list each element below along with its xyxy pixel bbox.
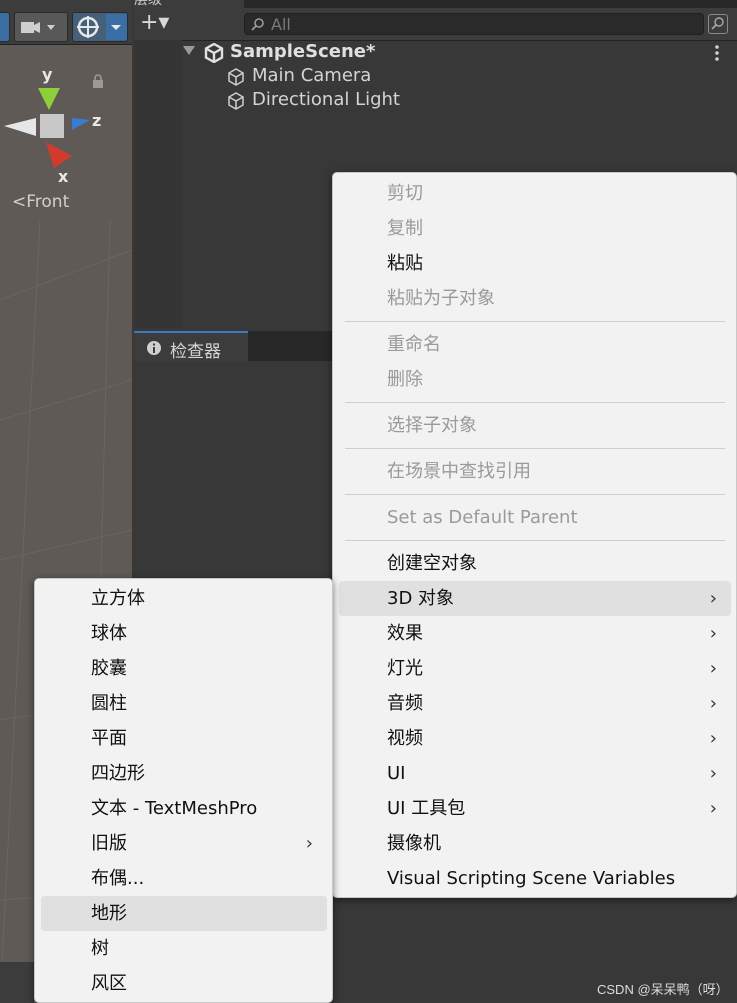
- submenu-item-cylinder[interactable]: 圆柱: [41, 686, 327, 721]
- gizmo-center[interactable]: [40, 114, 64, 138]
- submenu-item-sphere[interactable]: 球体: [41, 616, 327, 651]
- submenu-item-wind-zone[interactable]: 风区: [41, 966, 327, 1001]
- menu-item-3d-object[interactable]: 3D 对象 ›: [339, 581, 731, 616]
- menu-item-rename[interactable]: 重命名: [339, 327, 731, 362]
- watermark: CSDN @呆呆鸭（呀）: [597, 982, 729, 997]
- menu-item-paste[interactable]: 粘贴: [339, 246, 731, 281]
- tree-indent-column: [134, 40, 182, 328]
- menu-item-delete[interactable]: 删除: [339, 362, 731, 397]
- menu-separator: [345, 321, 725, 322]
- submenu-item-terrain[interactable]: 地形: [41, 896, 327, 931]
- z-axis-label: z: [92, 111, 101, 130]
- add-object-button[interactable]: +▾: [140, 12, 184, 36]
- menu-item-light[interactable]: 灯光 ›: [339, 651, 731, 686]
- scene-toolbar: [0, 0, 132, 45]
- submenu-item-text-meshpro[interactable]: 文本 - TextMeshPro: [41, 791, 327, 826]
- menu-item-ui-toolkit[interactable]: UI 工具包 ›: [339, 791, 731, 826]
- menu-item-label: 视频: [387, 728, 423, 749]
- scene-tool-button[interactable]: [0, 12, 10, 42]
- more-options-icon[interactable]: [714, 44, 720, 62]
- menu-item-ui[interactable]: UI ›: [339, 756, 731, 791]
- menu-separator: [345, 540, 725, 541]
- y-axis-cone[interactable]: [38, 88, 60, 110]
- menu-item-create-empty[interactable]: 创建空对象: [339, 546, 731, 581]
- menu-separator: [345, 448, 725, 449]
- context-menu: 剪切 复制 粘贴 粘贴为子对象 重命名 删除 选择子对象 在场景中查找引用 Se…: [332, 172, 737, 898]
- lock-icon[interactable]: [92, 74, 104, 88]
- submenu-item-ragdoll[interactable]: 布偶...: [41, 861, 327, 896]
- hierarchy-toolbar: +▾: [134, 8, 737, 41]
- neg-x-cone[interactable]: [4, 118, 36, 136]
- hierarchy-item-label: Main Camera: [252, 65, 372, 86]
- menu-item-paste-as-child[interactable]: 粘贴为子对象: [339, 281, 731, 316]
- submenu-arrow-icon: ›: [709, 763, 717, 784]
- menu-item-label: 3D 对象: [387, 588, 455, 609]
- scene-name-label: SampleScene*: [230, 41, 376, 62]
- menu-item-audio[interactable]: 音频 ›: [339, 686, 731, 721]
- submenu-item-quad[interactable]: 四边形: [41, 756, 327, 791]
- menu-item-label: UI: [387, 763, 406, 784]
- submenu-item-cube[interactable]: 立方体: [41, 581, 327, 616]
- submenu-arrow-icon: ›: [709, 588, 717, 609]
- menu-separator: [345, 494, 725, 495]
- submenu-arrow-icon: ›: [709, 693, 717, 714]
- submenu-arrow-icon: ›: [305, 833, 313, 854]
- gameobject-cube-icon: [228, 92, 244, 110]
- search-input[interactable]: [271, 14, 691, 34]
- menu-item-copy[interactable]: 复制: [339, 211, 731, 246]
- menu-item-label: UI 工具包: [387, 798, 466, 819]
- menu-item-visual-scripting-scene-variables[interactable]: Visual Scripting Scene Variables: [339, 861, 731, 896]
- x-axis-label: x: [58, 167, 69, 186]
- 3d-object-submenu: 立方体 球体 胶囊 圆柱 平面 四边形 文本 - TextMeshPro 旧版 …: [34, 578, 333, 1003]
- gizmo-globe-icon: [77, 14, 127, 40]
- menu-item-label: 效果: [387, 623, 423, 644]
- bottom-strip: [0, 962, 34, 1003]
- menu-item-set-default-parent[interactable]: Set as Default Parent: [339, 500, 731, 535]
- gizmo-dropdown-button[interactable]: [72, 12, 128, 42]
- x-axis-cone[interactable]: [46, 142, 72, 168]
- view-orientation-label[interactable]: <Front: [12, 192, 69, 212]
- search-icon: [251, 18, 264, 31]
- unity-scene-icon: [204, 43, 224, 63]
- hierarchy-tab-bar: 层级: [134, 0, 737, 8]
- camera-dropdown-button[interactable]: [14, 12, 68, 42]
- fold-arrow-icon[interactable]: [182, 45, 196, 57]
- info-icon: [147, 341, 161, 355]
- menu-separator: [345, 402, 725, 403]
- menu-item-label: 灯光: [387, 658, 423, 679]
- inspector-tab[interactable]: 检查器: [134, 331, 248, 362]
- submenu-arrow-icon: ›: [709, 728, 717, 749]
- menu-item-find-references[interactable]: 在场景中查找引用: [339, 454, 731, 489]
- gameobject-cube-icon: [228, 68, 244, 86]
- menu-item-label: 音频: [387, 693, 423, 714]
- search-box[interactable]: [244, 13, 704, 35]
- menu-item-camera[interactable]: 摄像机: [339, 826, 731, 861]
- menu-item-video[interactable]: 视频 ›: [339, 721, 731, 756]
- z-axis-cone[interactable]: [72, 118, 90, 130]
- submenu-arrow-icon: ›: [709, 798, 717, 819]
- submenu-arrow-icon: ›: [709, 623, 717, 644]
- camera-icon: [21, 22, 55, 33]
- menu-item-cut[interactable]: 剪切: [339, 176, 731, 211]
- submenu-item-tree[interactable]: 树: [41, 931, 327, 966]
- hierarchy-item-label: Directional Light: [252, 89, 400, 110]
- hierarchy-tab[interactable]: 层级: [134, 0, 244, 8]
- y-axis-label: y: [42, 65, 53, 84]
- submenu-item-capsule[interactable]: 胶囊: [41, 651, 327, 686]
- submenu-item-legacy[interactable]: 旧版 ›: [41, 826, 327, 861]
- inspector-tab-label: 检查器: [170, 342, 221, 362]
- menu-item-select-children[interactable]: 选择子对象: [339, 408, 731, 443]
- search-filter-icon[interactable]: [708, 14, 728, 34]
- submenu-arrow-icon: ›: [709, 658, 717, 679]
- menu-item-label: 旧版: [91, 833, 127, 854]
- submenu-item-plane[interactable]: 平面: [41, 721, 327, 756]
- search-filter-glyph: [711, 17, 724, 30]
- menu-item-effects[interactable]: 效果 ›: [339, 616, 731, 651]
